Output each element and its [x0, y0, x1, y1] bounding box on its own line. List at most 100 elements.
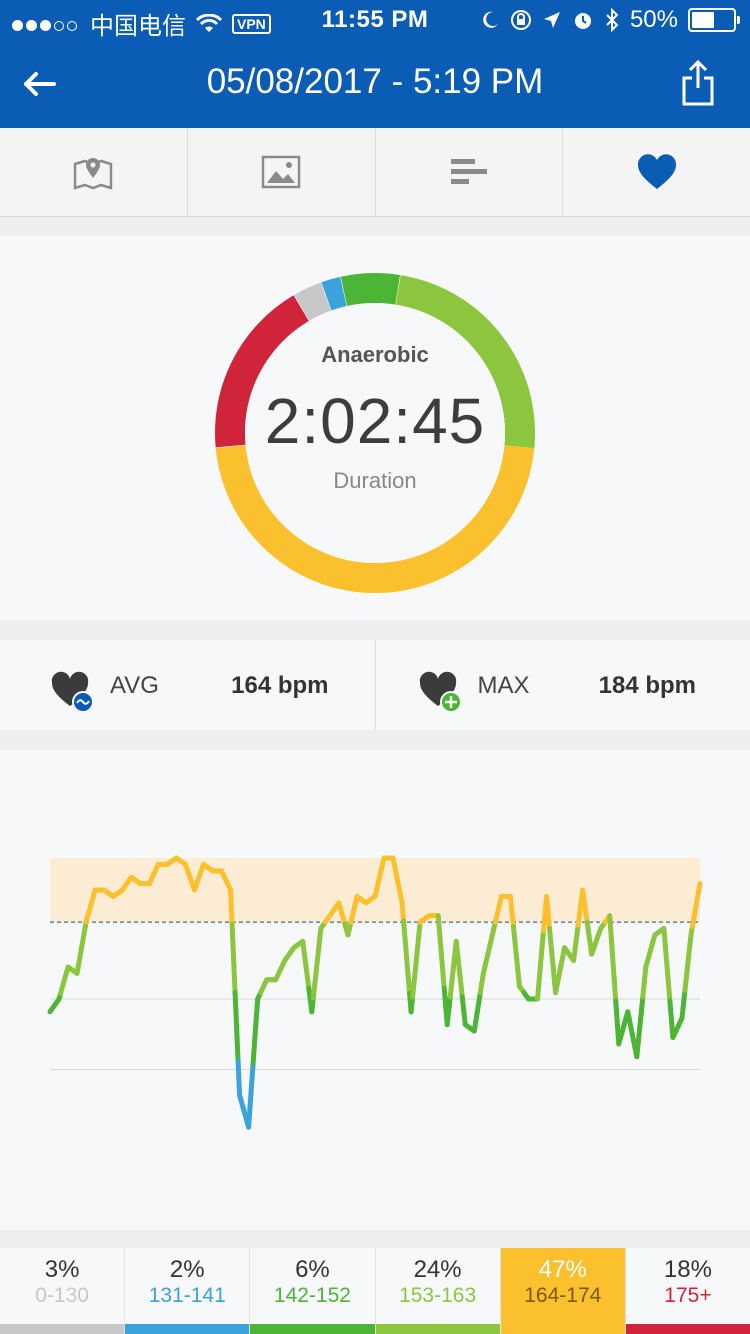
hr-summary-card: Anaerobic 2:02:45 Duration [0, 236, 750, 620]
zone-range: 131-141 [148, 1284, 226, 1307]
zone-item[interactable]: 47% 164-174 [500, 1248, 626, 1334]
zone-percent: 3% [44, 1256, 80, 1283]
hr-line-segment [695, 881, 703, 895]
zone-breakdown: 3% 0-130 2% 131-141 6% 142-152 24% 153-163 47% 16… [0, 1248, 750, 1334]
moon-icon [483, 11, 498, 28]
tab-splits[interactable] [376, 128, 564, 216]
hr-line-segment [441, 985, 449, 1009]
battery-icon [688, 8, 740, 32]
hr-line-segment [541, 911, 548, 934]
zone-percent: 24% [413, 1256, 462, 1283]
zone-item[interactable]: 24% 153-163 [375, 1248, 501, 1334]
zone-item[interactable]: 6% 142-152 [250, 1248, 376, 1334]
hr-line-segment [535, 979, 542, 1002]
hr-line-segment [667, 998, 674, 1022]
max-stat: MAX 184 bpm [376, 640, 750, 730]
hr-line-segment [610, 955, 617, 983]
nav-bar: 05/08/2017 - 5:19 PM [0, 40, 750, 128]
zone-item[interactable]: 2% 131-141 [125, 1248, 251, 1334]
hr-line-segment [401, 918, 408, 942]
hr-line-segment [665, 980, 673, 1004]
zone-percent: 18% [663, 1256, 712, 1283]
zone-color-bar [250, 1324, 375, 1334]
hr-line-segment [611, 977, 619, 1004]
alarm-icon [574, 13, 591, 29]
hr-line-segment [440, 967, 447, 991]
max-value: 184 bpm [598, 672, 696, 699]
avg-value: 164 bpm [231, 672, 329, 699]
rotation-lock-icon [510, 10, 531, 30]
zone-color-bar [0, 1324, 125, 1334]
avg-stat: AVG 164 bpm [0, 640, 376, 730]
hr-line-segment [539, 928, 547, 951]
hr-line-segment [246, 1103, 253, 1130]
zone-percent: 47% [538, 1256, 587, 1283]
hr-line-chart [47, 855, 703, 1130]
ring-segment-0-130 [294, 282, 332, 321]
hr-stats: AVG 164 bpm MAX 184 bpm [0, 640, 750, 730]
duration-label: Duration [333, 468, 417, 493]
zone-range: 164-174 [524, 1284, 602, 1307]
hr-line-segment [661, 926, 668, 950]
zone-percent: 2% [169, 1256, 205, 1283]
hr-chart-card [0, 750, 750, 1230]
hr-line-segment [664, 962, 671, 986]
hr-line-segment [253, 996, 261, 1023]
hr-line-segment [249, 1060, 256, 1087]
zone-item[interactable]: 18% 175+ [625, 1248, 750, 1334]
location-icon [543, 12, 560, 28]
bluetooth-icon [606, 8, 619, 32]
hr-line-segment [438, 949, 446, 973]
hr-line-segment [235, 1058, 243, 1098]
hr-line-segment [608, 934, 616, 961]
hr-line-segment [234, 1024, 241, 1064]
hr-line-segment [232, 990, 240, 1030]
zone-percent: 6% [295, 1256, 330, 1283]
page-title: 05/08/2017 - 5:19 PM [206, 62, 544, 101]
hr-line-segment [247, 1081, 255, 1109]
image-icon [261, 155, 301, 189]
hr-line-segment [437, 931, 444, 955]
zone-range: 175+ [664, 1284, 712, 1307]
zone-color-bar [500, 1324, 625, 1334]
zone-range: 0-130 [35, 1284, 89, 1307]
hr-line-segment [399, 900, 407, 924]
ring-segment-142-152 [340, 273, 401, 307]
hr-line-segment [662, 944, 670, 968]
max-label: MAX [477, 672, 530, 699]
hr-line-segment [252, 1017, 259, 1045]
status-right: 50% [480, 6, 740, 34]
share-icon[interactable] [680, 58, 716, 108]
tab-heart-rate[interactable] [563, 128, 750, 216]
hr-line-segment [613, 998, 620, 1025]
zone-color-bar [375, 1324, 500, 1334]
map-icon [74, 158, 113, 190]
tab-photos[interactable] [188, 128, 376, 216]
hr-line-segment [404, 954, 411, 978]
max-heart-icon [419, 671, 462, 713]
duration-value: 2:02:45 [264, 385, 486, 457]
status-bar: 中国电信 VPN 11:55 PM 50% [0, 0, 750, 40]
hr-line-segment [228, 887, 235, 927]
zone-name: Anaerobic [321, 342, 429, 367]
battery-percent: 50% [629, 6, 678, 33]
bars-icon [450, 159, 487, 184]
tab-map[interactable] [0, 128, 188, 216]
ring-segment-131-141 [321, 276, 347, 311]
avg-label: AVG [110, 672, 159, 699]
zone-range: 153-163 [399, 1284, 477, 1307]
hr-line-segment [402, 936, 410, 960]
hr-line-segment [229, 921, 237, 961]
zone-color-bar [625, 1324, 750, 1334]
hr-line-segment [607, 913, 614, 940]
tab-bar [0, 128, 750, 217]
hr-line-segment [231, 955, 238, 996]
heart-icon [637, 154, 676, 189]
zone-item[interactable]: 3% 0-130 [0, 1248, 126, 1334]
zone-range: 142-152 [273, 1284, 351, 1307]
hr-line-segment [250, 1039, 258, 1066]
avg-heart-icon [51, 671, 94, 713]
hr-line-segment [536, 962, 544, 985]
hr-line-segment [435, 913, 443, 937]
zone-color-bar [125, 1324, 250, 1334]
